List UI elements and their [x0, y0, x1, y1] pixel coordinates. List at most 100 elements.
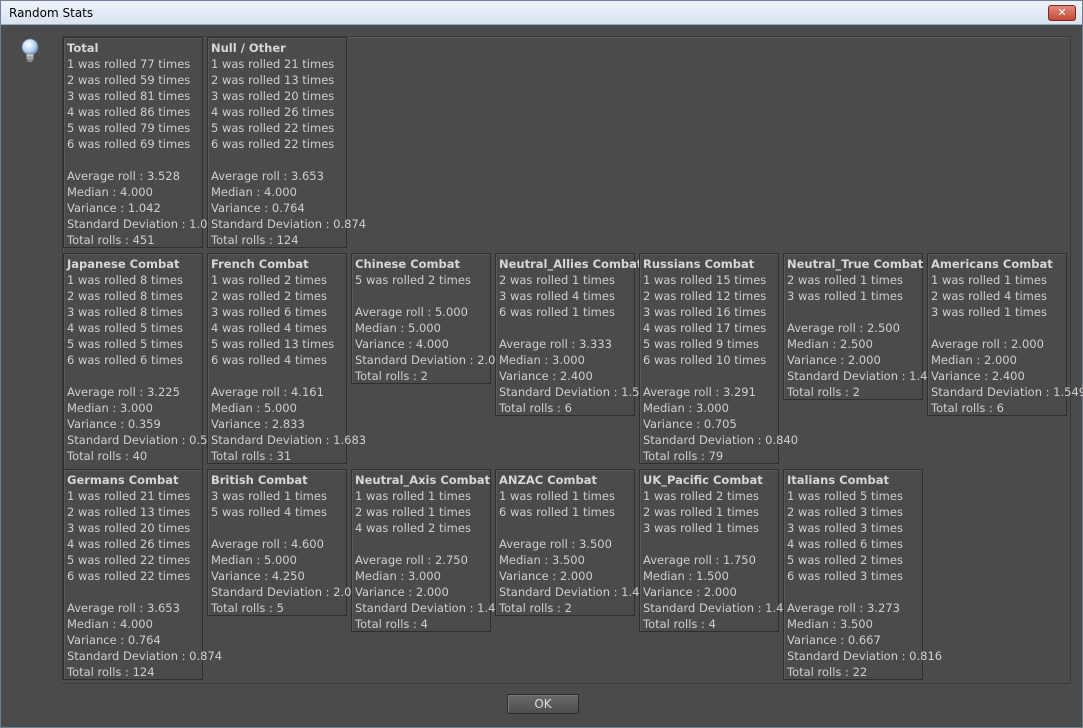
stat-line: Variance : 2.000 — [643, 585, 737, 599]
stat-line: Median : 3.000 — [499, 353, 585, 367]
stat-line: Variance : 0.705 — [643, 417, 737, 431]
stats-card: Null / Other 1 was rolled 21 times 2 was r… — [207, 37, 366, 248]
roll-count-line: 2 was rolled 3 times — [787, 505, 903, 519]
stat-line: Variance : 2.000 — [499, 569, 593, 583]
roll-count-line: 6 was rolled 22 times — [211, 137, 335, 151]
stat-line: Median : 4.000 — [67, 185, 153, 199]
roll-count-line: 5 was rolled 22 times — [67, 553, 191, 567]
roll-count-line: 6 was rolled 6 times — [67, 353, 183, 367]
card-title: Russians Combat — [643, 257, 755, 271]
stat-line: Total rolls : 4 — [355, 617, 428, 631]
stat-line: Standard Deviation : 1.414 — [787, 369, 943, 383]
roll-count-line: 5 was rolled 2 times — [355, 273, 471, 287]
stat-line: Variance : 2.833 — [211, 417, 305, 431]
card-title: Americans Combat — [931, 257, 1053, 271]
stat-line: Average roll : 3.528 — [67, 169, 180, 183]
title-bar: Random Stats ✕ — [1, 1, 1082, 25]
card-title: French Combat — [211, 257, 309, 271]
roll-count-line: 3 was rolled 1 times — [787, 289, 903, 303]
stat-line: Total rolls : 2 — [787, 385, 860, 399]
stat-line: Median : 3.000 — [643, 401, 729, 415]
card-title: Neutral_Axis Combat — [355, 473, 491, 487]
stat-line: Total rolls : 5 — [211, 601, 284, 615]
stat-line: Total rolls : 124 — [211, 233, 299, 247]
roll-count-line: 1 was rolled 21 times — [211, 57, 335, 71]
stats-card: ANZAC Combat 1 was rolled 1 times 6 was ro… — [495, 469, 655, 616]
roll-count-line: 6 was rolled 22 times — [67, 569, 191, 583]
stat-line: Total rolls : 2 — [499, 601, 572, 615]
stats-card: Total 1 was rolled 77 times 2 was rolled 5… — [63, 37, 222, 248]
card-title: British Combat — [211, 473, 308, 487]
stat-line: Variance : 2.000 — [787, 353, 881, 367]
card-title: UK_Pacific Combat — [643, 473, 763, 487]
roll-count-line: 6 was rolled 10 times — [643, 353, 767, 367]
stats-card: Chinese Combat 5 was rolled 2 times Averag… — [351, 253, 510, 384]
roll-count-line: 3 was rolled 20 times — [211, 89, 335, 103]
roll-count-line: 4 was rolled 6 times — [787, 537, 903, 551]
roll-count-line: 2 was rolled 2 times — [211, 289, 327, 303]
stat-line: Average roll : 3.333 — [499, 337, 612, 351]
roll-count-line: 3 was rolled 1 times — [931, 305, 1047, 319]
roll-count-line: 4 was rolled 5 times — [67, 321, 183, 335]
stat-line: Total rolls : 31 — [211, 449, 292, 463]
close-button[interactable]: ✕ — [1048, 5, 1076, 21]
stat-line: Median : 3.000 — [67, 401, 153, 415]
stat-line: Median : 5.000 — [355, 321, 441, 335]
stat-line: Standard Deviation : 1.414 — [499, 585, 655, 599]
card-title: Italians Combat — [787, 473, 890, 487]
card-title: ANZAC Combat — [499, 473, 598, 487]
roll-count-line: 2 was rolled 1 times — [355, 505, 471, 519]
stat-line: Standard Deviation : 0.816 — [787, 649, 943, 663]
lightbulb-icon — [21, 38, 39, 62]
stat-line: Median : 4.000 — [211, 185, 297, 199]
random-stats-window: Random Stats ✕ Total 1 was rolled 77 time… — [0, 0, 1083, 728]
stat-line: Total rolls : 79 — [643, 449, 724, 463]
roll-count-line: 3 was rolled 8 times — [67, 305, 183, 319]
stats-card: Americans Combat 1 was rolled 1 times 2 wa… — [927, 253, 1083, 416]
stats-card: Neutral_Axis Combat 1 was rolled 1 times 2… — [351, 469, 511, 632]
roll-count-line: 2 was rolled 1 times — [787, 273, 903, 287]
roll-count-line: 6 was rolled 1 times — [499, 305, 615, 319]
ok-button[interactable]: OK — [507, 694, 579, 714]
roll-count-line: 4 was rolled 26 times — [67, 537, 191, 551]
stat-line: Median : 2.000 — [931, 353, 1017, 367]
roll-count-line: 6 was rolled 3 times — [787, 569, 903, 583]
roll-count-line: 2 was rolled 13 times — [67, 505, 191, 519]
stat-line: Standard Deviation : 1.414 — [355, 601, 511, 615]
stats-card: UK_Pacific Combat 1 was rolled 2 times 2 w… — [639, 469, 799, 632]
stat-line: Variance : 2.400 — [499, 369, 593, 383]
stat-line: Standard Deviation : 1.414 — [643, 601, 799, 615]
roll-count-line: 1 was rolled 15 times — [643, 273, 767, 287]
roll-count-line: 1 was rolled 1 times — [931, 273, 1047, 287]
stat-line: Median : 2.500 — [787, 337, 873, 351]
stats-card: Neutral_True Combat 2 was rolled 1 times 3… — [783, 253, 943, 400]
roll-count-line: 4 was rolled 2 times — [355, 521, 471, 535]
stat-line: Median : 4.000 — [67, 617, 153, 631]
stats-card: Japanese Combat 1 was rolled 8 times 2 was… — [63, 253, 222, 480]
stats-panel-area: Total 1 was rolled 77 times 2 was rolled 5… — [62, 36, 1083, 684]
stat-line: Total rolls : 22 — [787, 665, 868, 679]
stat-line: Total rolls : 4 — [643, 617, 716, 631]
stat-line: Total rolls : 6 — [499, 401, 572, 415]
roll-count-line: 1 was rolled 2 times — [643, 489, 759, 503]
stat-line: Average roll : 4.161 — [211, 385, 324, 399]
stat-line: Median : 3.500 — [787, 617, 873, 631]
roll-count-line: 2 was rolled 1 times — [643, 505, 759, 519]
roll-count-line: 1 was rolled 8 times — [67, 273, 183, 287]
stat-line: Total rolls : 124 — [67, 665, 155, 679]
roll-count-line: 5 was rolled 22 times — [211, 121, 335, 135]
card-title: Japanese Combat — [67, 257, 180, 271]
roll-count-line: 2 was rolled 4 times — [931, 289, 1047, 303]
roll-count-line: 3 was rolled 81 times — [67, 89, 191, 103]
roll-count-line: 6 was rolled 69 times — [67, 137, 191, 151]
